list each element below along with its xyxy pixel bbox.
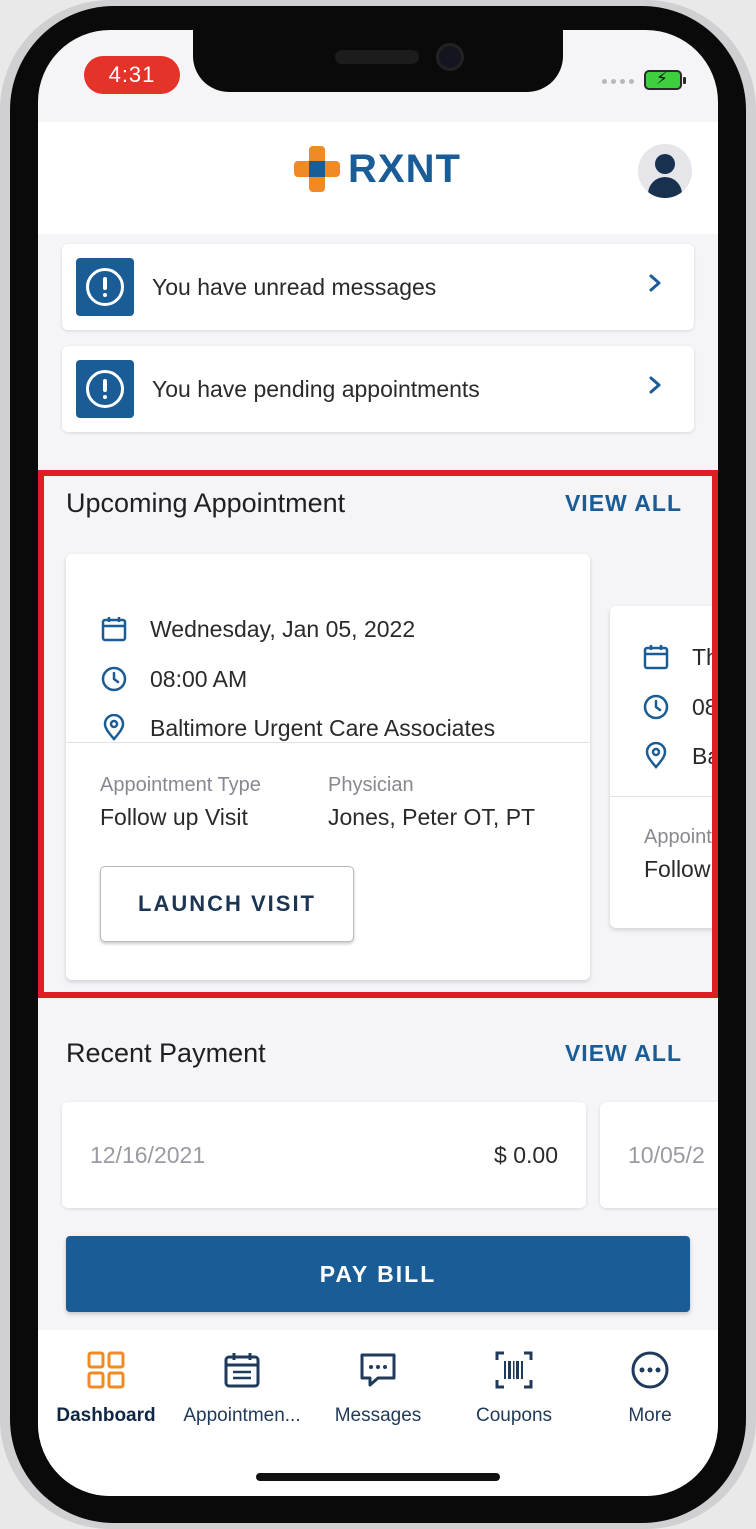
alert-text: You have pending appointments [152, 376, 480, 402]
brand-name: RXNT [348, 146, 461, 191]
alert-icon [76, 360, 134, 418]
upcoming-appointment-title: Upcoming Appointment [66, 488, 346, 518]
alert-pending-appointments[interactable]: You have pending appointments [62, 346, 694, 432]
appointment-type-value: Follow up Visit [100, 804, 248, 830]
appointment-type-value: Follow [644, 856, 711, 882]
barcode-icon [495, 1351, 533, 1389]
calendar-icon [224, 1353, 260, 1388]
appointment-time: 08:00 AM [150, 665, 248, 692]
logo-cross-icon [294, 146, 340, 192]
message-icon [360, 1353, 396, 1387]
payment-card-next[interactable]: 10/05/2 [600, 1102, 718, 1208]
more-icon [631, 1351, 669, 1389]
grid-icon [87, 1351, 125, 1389]
tab-more[interactable]: More [582, 1350, 718, 1430]
appointment-date-row: Th [642, 642, 718, 672]
appointment-date: Wednesday, Jan 05, 2022 [150, 615, 416, 642]
screen: 4:31 ⚡ RXNT You have unread messages You… [38, 30, 718, 1496]
appointment-location-row: Ba [642, 741, 718, 771]
payment-date: 12/16/2021 [90, 1142, 206, 1168]
app-header: RXNT [38, 122, 718, 234]
tab-label: Coupons [475, 1405, 553, 1426]
view-all-payments-link[interactable]: VIEW ALL [565, 1040, 682, 1067]
pay-bill-button[interactable]: PAY BILL [66, 1236, 690, 1312]
appointment-time-row: 08 [642, 692, 718, 722]
physician-value: Jones, Peter OT, PT [328, 804, 536, 830]
appointment-time-row: 08:00 AM [100, 664, 247, 694]
appointment-time: 08 [692, 693, 718, 720]
chevron-right-icon [649, 274, 661, 292]
appointment-location: Baltimore Urgent Care Associates [150, 714, 496, 741]
appointment-date: Th [692, 643, 718, 670]
front-camera [436, 43, 464, 71]
physician-label: Physician [328, 774, 414, 796]
clock-icon [101, 666, 127, 692]
signal-icon [602, 79, 636, 85]
divider [66, 742, 590, 743]
tab-label: More [628, 1405, 672, 1426]
profile-avatar-icon[interactable] [638, 144, 692, 198]
appointment-card[interactable]: Wednesday, Jan 05, 2022 08:00 AM Baltimo… [66, 554, 590, 980]
status-time: 4:31 [84, 56, 180, 94]
appointment-location: Ba [692, 742, 718, 769]
payment-date: 10/05/2 [628, 1142, 705, 1168]
payment-amount: $ 0.00 [494, 1142, 558, 1168]
alert-unread-messages[interactable]: You have unread messages [62, 244, 694, 330]
clock-icon [643, 694, 669, 720]
tab-appointments[interactable]: Appointmen... [174, 1350, 310, 1430]
launch-visit-button[interactable]: LAUNCH VISIT [100, 866, 354, 942]
appointment-type-label: Appointment Type [100, 774, 261, 796]
location-pin-icon [103, 714, 125, 741]
alert-text: You have unread messages [152, 274, 437, 300]
speaker [335, 50, 419, 64]
notch [193, 30, 563, 92]
tab-label: Messages [334, 1405, 422, 1426]
appointment-date-row: Wednesday, Jan 05, 2022 [100, 614, 415, 644]
tab-label: Appointmen... [183, 1405, 301, 1426]
recent-payment-title: Recent Payment [66, 1038, 266, 1068]
home-indicator[interactable] [256, 1473, 500, 1481]
app-logo: RXNT [294, 144, 464, 194]
battery-icon: ⚡ [644, 69, 686, 90]
bottom-tab-bar: Dashboard Appointmen... Messages Coupons… [38, 1330, 718, 1496]
tab-messages[interactable]: Messages [310, 1350, 446, 1430]
divider [610, 796, 718, 797]
payment-card[interactable]: 12/16/2021 $ 0.00 [62, 1102, 586, 1208]
location-pin-icon [645, 742, 667, 769]
calendar-icon [101, 617, 127, 642]
tab-dashboard[interactable]: Dashboard [38, 1350, 174, 1430]
alert-icon [76, 258, 134, 316]
tab-coupons[interactable]: Coupons [446, 1350, 582, 1430]
appointment-location-row: Baltimore Urgent Care Associates [100, 713, 495, 743]
chevron-right-icon [649, 376, 661, 394]
appointment-card-next[interactable]: Th 08 Ba Appoint Follow [610, 606, 718, 928]
view-all-appointments-link[interactable]: VIEW ALL [565, 490, 682, 517]
calendar-icon [643, 645, 669, 670]
tab-label: Dashboard [56, 1405, 156, 1426]
appointment-type-label: Appoint [644, 826, 712, 848]
